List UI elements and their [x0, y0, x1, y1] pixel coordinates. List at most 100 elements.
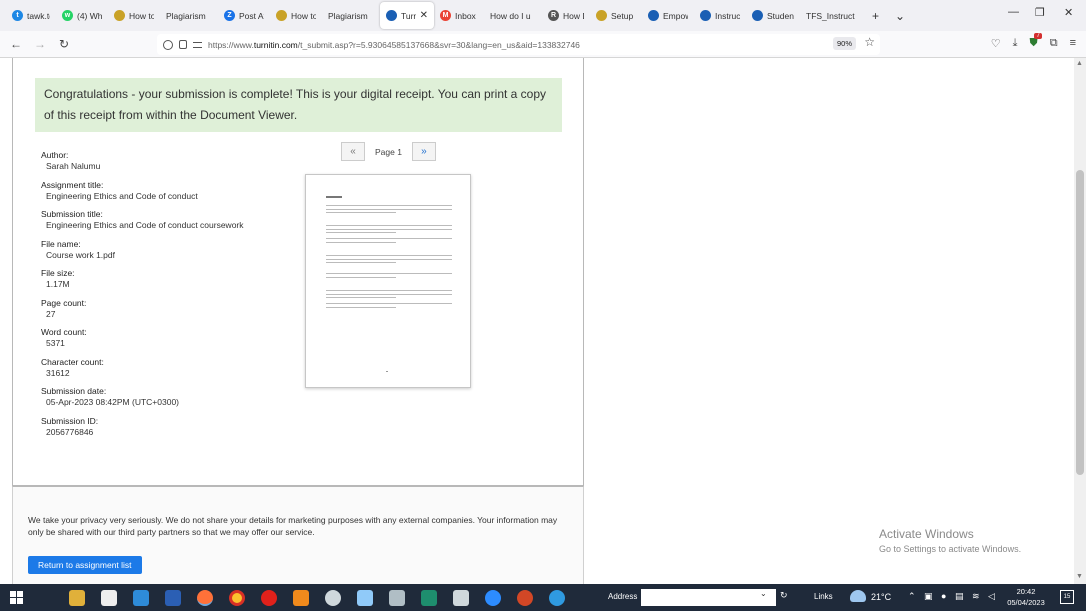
forward-arrow-icon[interactable]: → [28, 37, 52, 51]
settings-gear-icon[interactable] [325, 589, 341, 606]
url-text[interactable]: https://www.turnitin.com/t_submit.asp?r=… [208, 40, 580, 50]
detail-row: Page count: 27 [41, 298, 281, 320]
extensions-puzzle-icon[interactable]: ⧉ [1050, 37, 1058, 50]
return-to-assignment-list-button[interactable]: Return to assignment list [28, 556, 142, 574]
previous-page-button[interactable]: « [341, 142, 365, 161]
bookmark-star-icon[interactable]: ☆ [864, 35, 875, 49]
back-arrow-icon[interactable]: ← [4, 37, 28, 51]
weather-cloud-icon[interactable] [850, 590, 866, 602]
browser-tab[interactable]: Setup a [590, 2, 642, 29]
document-preview[interactable] [305, 174, 471, 388]
firefox-icon[interactable] [197, 589, 213, 606]
browser-tab[interactable]: TFS_Instruct [800, 2, 864, 29]
tracking-protection-icon[interactable] [163, 39, 173, 50]
scroll-down-icon[interactable]: ▼ [1076, 573, 1083, 580]
vertical-scrollbar[interactable]: ▲ ▼ [1074, 58, 1086, 584]
printer-icon[interactable] [389, 589, 405, 606]
tab-favicon-icon [648, 10, 659, 21]
browser-tab[interactable]: Z Post At [218, 2, 270, 29]
detail-value: 27 [46, 308, 56, 319]
vlc-icon[interactable] [293, 589, 309, 606]
tab-label: Empow [663, 10, 688, 21]
lock-icon[interactable] [179, 40, 187, 49]
browser-tab[interactable]: How to [108, 2, 160, 29]
tab-label: How do I u [490, 10, 531, 21]
powerpoint-icon[interactable] [517, 589, 533, 606]
preview-page-dot [386, 371, 388, 372]
preview-text-line [326, 297, 396, 298]
system-tray-icons[interactable]: ⌃ ▣ ● ▤ ≋ ◁ [908, 591, 998, 602]
tab-label: tawk.to [27, 10, 50, 21]
zoom-app-icon[interactable] [485, 589, 501, 606]
restore-icon[interactable]: ❐ [1035, 6, 1045, 19]
calculator-icon[interactable] [453, 589, 469, 606]
pocket-icon[interactable]: ♡ [991, 37, 1001, 50]
menu-hamburger-icon[interactable]: ≡ [1070, 37, 1076, 50]
mail-icon[interactable] [133, 589, 149, 606]
store-icon[interactable] [101, 589, 117, 606]
detail-label: Page count: [41, 297, 87, 308]
browser-tab[interactable]: How do I u [484, 2, 542, 29]
preview-text-line [326, 255, 452, 256]
new-tab-plus-icon[interactable]: + [864, 9, 887, 23]
notification-center-icon[interactable]: 15 [1060, 590, 1074, 604]
activate-windows-watermark: Activate Windows Go to Settings to activ… [879, 526, 1021, 556]
refresh-go-icon[interactable]: ↻ [780, 590, 788, 601]
detail-value: 05-Apr-2023 08:42PM (UTC+0300) [46, 397, 179, 407]
preview-text-line [326, 205, 452, 206]
browser-tab[interactable]: M Inbox ( [434, 2, 484, 29]
list-all-tabs-icon[interactable]: ⌄ [887, 9, 913, 23]
links-toolbar-label[interactable]: Links [814, 592, 833, 601]
preview-text-line [326, 258, 452, 260]
scroll-up-icon[interactable]: ▲ [1076, 60, 1083, 67]
weather-temperature[interactable]: 21°C [871, 592, 891, 602]
detail-label: Submission title: [41, 209, 103, 219]
extension-badge: 7 [1034, 33, 1042, 39]
browser-tab[interactable]: R How Do [542, 2, 590, 29]
detail-row: Submission date: 05-Apr-2023 08:42PM (UT… [41, 386, 281, 408]
taskbar-clock[interactable]: 20:42 05/04/2023 [1004, 586, 1048, 608]
detail-row: Assignment title: Engineering Ethics and… [41, 180, 281, 202]
clock-date: 05/04/2023 [1007, 598, 1045, 607]
browser-tab[interactable]: Instruct [694, 2, 746, 29]
chevron-down-icon[interactable]: ⌄ [760, 589, 767, 598]
chrome-icon[interactable] [229, 589, 245, 606]
tab-label: How to [129, 10, 154, 21]
tab-label: (4) Wha [77, 10, 102, 21]
browser-tab[interactable]: Empow [642, 2, 694, 29]
browser-tab[interactable]: t tawk.to [6, 2, 56, 29]
edge-icon[interactable] [549, 589, 565, 606]
word-icon[interactable] [165, 589, 181, 606]
file-explorer-icon[interactable] [69, 589, 85, 606]
extension-icon[interactable]: ⛊ 7 [1029, 33, 1042, 50]
browser-tab[interactable]: How to [270, 2, 322, 29]
next-page-button[interactable]: » [411, 142, 436, 161]
address-bar[interactable]: https://www.turnitin.com/t_submit.asp?r=… [157, 34, 880, 55]
tab-label: Post At [239, 10, 264, 21]
preview-text-line [326, 290, 452, 291]
detail-value: Engineering Ethics and Code of conduct [46, 190, 198, 201]
close-window-icon[interactable]: ✕ [1064, 6, 1073, 19]
close-tab-icon[interactable]: ✕ [420, 10, 428, 21]
reload-icon[interactable]: ↻ [52, 37, 76, 51]
browser-tab[interactable]: Plagiarism [160, 2, 218, 29]
browser-tab[interactable]: w (4) Wha [56, 2, 108, 29]
preview-text-line [326, 241, 396, 243]
windows-start-icon[interactable] [10, 591, 23, 604]
minimize-icon[interactable]: — [1008, 6, 1019, 18]
download-icon[interactable]: ⤓ [1013, 37, 1018, 50]
tab-favicon-icon [700, 10, 711, 21]
browser-tab[interactable]: Student [746, 2, 800, 29]
preview-text-line [326, 208, 452, 210]
browser-tab[interactable]: Plagiarism [322, 2, 380, 29]
detail-label: Word count: [41, 327, 87, 337]
browser-tab[interactable]: Turni ✕ [380, 2, 434, 29]
zoom-level-badge[interactable]: 90% [832, 37, 856, 50]
permissions-icon[interactable] [193, 41, 202, 48]
scrollbar-thumb[interactable] [1076, 170, 1084, 475]
notes-icon[interactable] [357, 589, 373, 606]
opera-icon[interactable] [261, 589, 277, 606]
publisher-icon[interactable] [421, 589, 437, 606]
taskbar-address-input[interactable] [641, 589, 776, 606]
submission-details: Author: Sarah Nalumu Assignment title: E… [41, 150, 281, 445]
